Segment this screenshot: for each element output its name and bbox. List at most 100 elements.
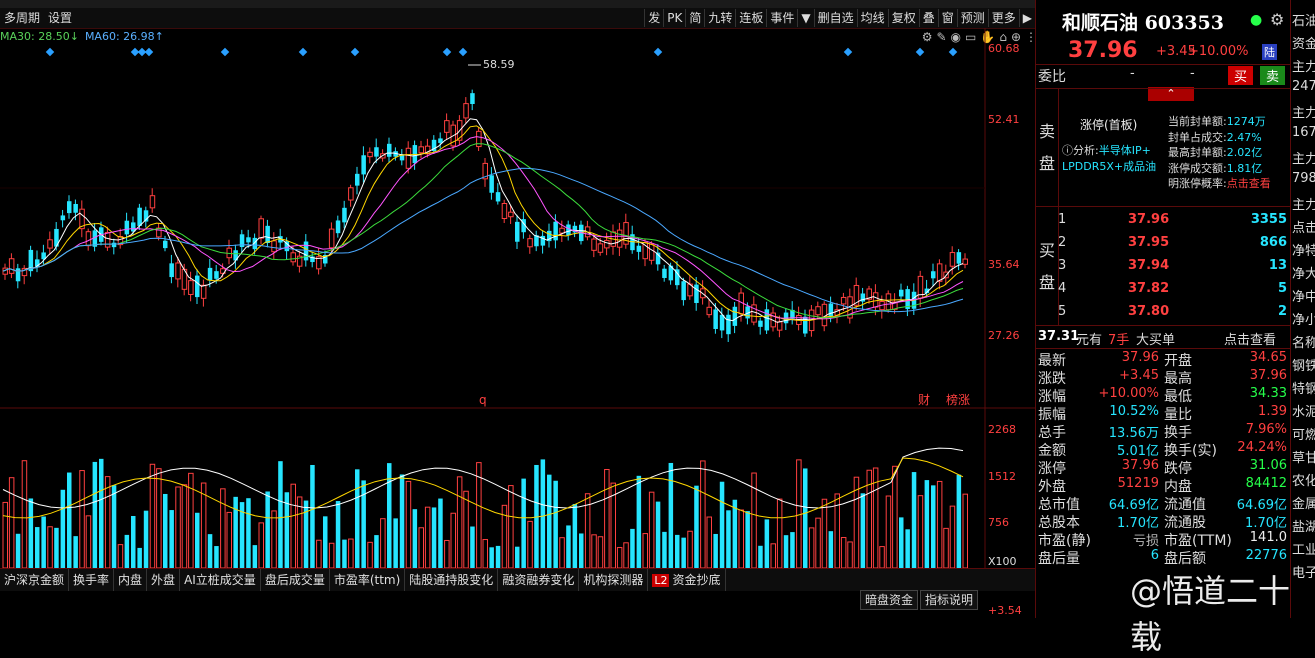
event-marker-icon — [948, 47, 958, 57]
edge-item[interactable]: 主力 — [1292, 56, 1315, 75]
edge-item[interactable]: 7980 — [1292, 171, 1315, 186]
bid-row[interactable]: 2 37.95 866 — [1036, 235, 1291, 253]
weibi-row: 委比 - - 买 卖 — [1036, 66, 1291, 85]
candle — [85, 231, 92, 247]
volume-bar — [527, 520, 533, 568]
volume-bar — [949, 505, 956, 568]
stat-row: 外盘 51219 内盘 84412 — [1038, 476, 1287, 495]
volume-bar — [885, 495, 892, 568]
toolbar-simple-button[interactable]: 简 — [685, 9, 704, 27]
edge-item[interactable]: 资金 — [1292, 33, 1315, 52]
tab-after-hours[interactable]: 盘后成交量 — [261, 569, 330, 591]
big-order-row: 37.31 元有 7手 大买单 点击查看 — [1038, 329, 1277, 348]
tab-capital-bottom[interactable]: L2 资金抄底 — [648, 569, 726, 591]
toolbar-overlay-button[interactable]: 叠 — [918, 9, 938, 27]
big-order-link[interactable]: 点击查看 — [1224, 329, 1276, 348]
volume-bar — [623, 542, 629, 568]
dark-pool-button[interactable]: 暗盘资金 — [860, 590, 919, 610]
kline-chart[interactable]: 58.59 60.68 52.41 35.64 27.26 2268 1512 … — [0, 28, 1035, 568]
tab-institution[interactable]: 机构探测器 — [579, 569, 649, 591]
edge-item[interactable]: 钢铁 — [1292, 355, 1315, 374]
candle — [616, 229, 623, 248]
multi-period-button[interactable]: 多周期 — [0, 9, 44, 27]
edge-item[interactable]: 1679 — [1292, 125, 1315, 140]
bid-row[interactable]: 5 37.80 2 — [1036, 304, 1291, 322]
edge-item[interactable]: 主力 — [1292, 102, 1315, 121]
edge-item[interactable]: 净中 — [1292, 286, 1315, 305]
financial-marker[interactable]: 财 — [918, 393, 930, 407]
rank-marker[interactable]: 榜涨 — [946, 392, 970, 407]
edge-item[interactable]: 主力 — [1292, 148, 1315, 167]
edge-item[interactable]: 点击 — [1292, 217, 1315, 236]
candle — [489, 175, 494, 193]
edge-item[interactable]: 盐湖 — [1292, 516, 1315, 535]
settings-button[interactable]: 设置 — [44, 9, 76, 27]
candle — [207, 267, 213, 281]
volume-bar — [738, 509, 744, 568]
edge-item[interactable]: 金属 — [1292, 493, 1315, 512]
edge-item[interactable]: 净大 — [1292, 263, 1315, 282]
candle — [258, 218, 264, 239]
buy-button[interactable]: 买 — [1228, 66, 1254, 85]
toolbar-window-button[interactable]: 窗 — [937, 9, 957, 27]
edge-item[interactable]: 2477 — [1292, 79, 1315, 94]
tab-margin[interactable]: 融资融券变化 — [498, 569, 580, 591]
edge-item[interactable]: 草甘 — [1292, 447, 1315, 466]
volume-bar — [438, 498, 443, 568]
toolbar-more-button[interactable]: 更多 — [987, 9, 1019, 27]
volume-bar — [489, 547, 494, 568]
edge-item[interactable]: 可燃 — [1292, 424, 1315, 443]
tab-northbound[interactable]: 陆股通持股变化 — [405, 569, 499, 591]
volume-bar — [85, 515, 92, 568]
sell-button[interactable]: 卖 — [1260, 66, 1286, 85]
edge-item[interactable]: 石油 — [1292, 10, 1315, 29]
bid-row[interactable]: 4 37.82 5 — [1036, 281, 1291, 299]
toolbar-dropdown-button[interactable]: ▼ — [797, 9, 813, 27]
tab-amount[interactable]: 沪深京金额 — [0, 569, 70, 591]
tab-pe[interactable]: 市盈率(ttm) — [330, 569, 406, 591]
volume-bar — [233, 496, 238, 568]
edge-item[interactable]: 净小 — [1292, 309, 1315, 328]
toolbar-forecast-button[interactable]: 预测 — [956, 9, 988, 27]
indicator-help-button[interactable]: 指标说明 — [920, 590, 979, 610]
toolbar-adjust-button[interactable]: 复权 — [887, 9, 919, 27]
edge-item[interactable]: 名称 — [1292, 332, 1315, 351]
edge-item[interactable]: 工业 — [1292, 539, 1315, 558]
edge-item[interactable]: 主力 — [1292, 194, 1315, 213]
toolbar-event-button[interactable]: 事件 — [766, 9, 797, 27]
tab-ai-volume[interactable]: AI立桩成交量 — [180, 569, 261, 591]
volume-bar — [879, 546, 885, 568]
candle — [597, 243, 604, 253]
volume-bar — [630, 528, 635, 568]
volume-bar — [470, 526, 475, 568]
volume-bar — [924, 480, 930, 568]
toolbar-remove-watchlist-button[interactable]: 删自选 — [813, 9, 857, 27]
volume-bar — [303, 500, 309, 568]
tab-capital-bottom-label: 资金抄底 — [672, 573, 721, 587]
toolbar-expand-button[interactable]: ▶ — [1018, 9, 1035, 27]
volume-bar — [956, 474, 962, 568]
volume-bar — [271, 510, 277, 568]
edge-item[interactable]: 农化 — [1292, 470, 1315, 489]
gear-icon[interactable]: ⚙ — [1270, 10, 1284, 29]
candle — [776, 321, 783, 331]
toolbar-jiuzhuan-button[interactable]: 九转 — [704, 9, 735, 27]
bid-row[interactable]: 3 37.94 13 — [1036, 258, 1291, 276]
toolbar-lianban-button[interactable]: 连板 — [735, 9, 766, 27]
toolbar-pk-button[interactable]: PK — [663, 9, 685, 27]
tab-turnover[interactable]: 换手率 — [69, 569, 115, 591]
ma-line — [2, 125, 964, 321]
bid-row[interactable]: 1 37.96 3355 — [1036, 212, 1291, 230]
candle — [214, 271, 219, 279]
edge-item[interactable]: 净特 — [1292, 240, 1315, 259]
probability-link[interactable]: 点击查看 — [1227, 177, 1271, 190]
candle — [815, 306, 821, 316]
candle — [719, 314, 725, 331]
edge-item[interactable]: 水泥 — [1292, 401, 1315, 420]
toolbar-ma-button[interactable]: 均线 — [856, 9, 888, 27]
tab-inner[interactable]: 内盘 — [114, 569, 148, 591]
toolbar-fa-button[interactable]: 发 — [644, 9, 663, 27]
edge-item[interactable]: 特钢 — [1292, 378, 1315, 397]
tab-outer[interactable]: 外盘 — [147, 569, 181, 591]
candle — [149, 195, 156, 209]
